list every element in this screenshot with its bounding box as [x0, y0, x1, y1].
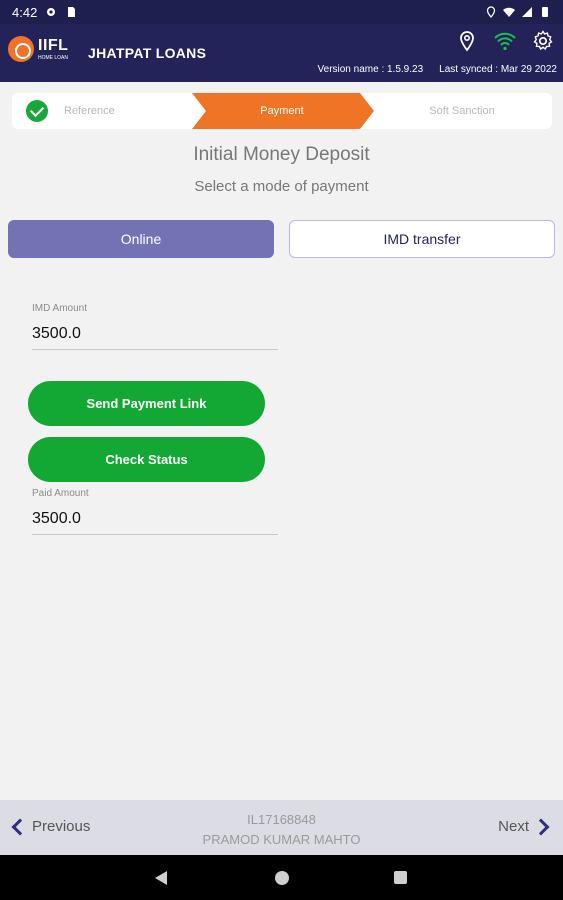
step-soft-sanction[interactable]: Soft Sanction: [372, 93, 552, 129]
app-header: IIFL HOME LOAN JHATPAT LOANS Version nam…: [0, 24, 563, 82]
sd-card-icon: [68, 7, 76, 17]
step-reference[interactable]: Reference: [12, 93, 192, 129]
settings-status-icon: [47, 8, 56, 16]
imd-amount-field[interactable]: 3500.0: [32, 325, 278, 350]
system-navigation-bar: [0, 855, 563, 900]
app-title: JHATPAT LOANS: [88, 45, 207, 61]
bottom-navigation: Previous IL17168848 PRAMOD KUMAR MAHTO N…: [0, 800, 563, 855]
paid-amount-field[interactable]: 3500.0: [32, 510, 278, 535]
step-payment-label: Payment: [260, 105, 304, 117]
home-icon[interactable]: [275, 871, 289, 885]
page-subtitle: Select a mode of payment: [194, 178, 369, 195]
online-mode-button[interactable]: Online: [8, 220, 274, 258]
location-status-icon: [486, 6, 496, 18]
gear-icon[interactable]: [531, 29, 555, 53]
applicant-info: IL17168848 PRAMOD KUMAR MAHTO: [0, 810, 563, 850]
page-title: Initial Money Deposit: [193, 144, 370, 165]
wifi-status-icon: [503, 7, 515, 17]
wifi-icon[interactable]: [493, 29, 517, 53]
back-icon[interactable]: [155, 871, 167, 885]
step-payment[interactable]: Payment: [192, 93, 372, 129]
check-status-button[interactable]: Check Status: [28, 437, 265, 482]
imd-transfer-mode-button[interactable]: IMD transfer: [289, 220, 555, 258]
step-reference-label: Reference: [64, 105, 115, 117]
signal-status-icon: [522, 7, 532, 17]
version-text: Version name : 1.5.9.23: [317, 64, 424, 75]
imd-amount-label: IMD Amount: [32, 303, 88, 314]
recent-apps-icon[interactable]: [394, 871, 407, 884]
paid-amount-label: Paid Amount: [32, 488, 89, 499]
status-time: 4:42: [12, 4, 38, 20]
chevron-right-icon: [532, 818, 550, 835]
send-payment-link-button[interactable]: Send Payment Link: [28, 381, 265, 426]
application-id: IL17168848: [247, 812, 316, 827]
customer-name: PRAMOD KUMAR MAHTO: [202, 832, 361, 848]
logo-mark: [8, 36, 34, 62]
next-button[interactable]: Next: [498, 818, 551, 835]
location-icon[interactable]: [455, 29, 479, 53]
last-synced-text: Last synced : Mar 29 2022: [439, 64, 557, 75]
logo-sub: HOME LOAN: [38, 54, 69, 61]
battery-status-icon: [542, 7, 548, 17]
logo-brand: IIFL: [38, 36, 69, 54]
status-bar: 4:42: [0, 0, 563, 24]
step-soft-sanction-label: Soft Sanction: [429, 105, 495, 117]
progress-stepper: Reference Payment Soft Sanction: [12, 93, 552, 129]
app-logo: IIFL HOME LOAN: [8, 36, 68, 62]
check-icon: [26, 100, 48, 122]
next-label: Next: [498, 818, 529, 835]
